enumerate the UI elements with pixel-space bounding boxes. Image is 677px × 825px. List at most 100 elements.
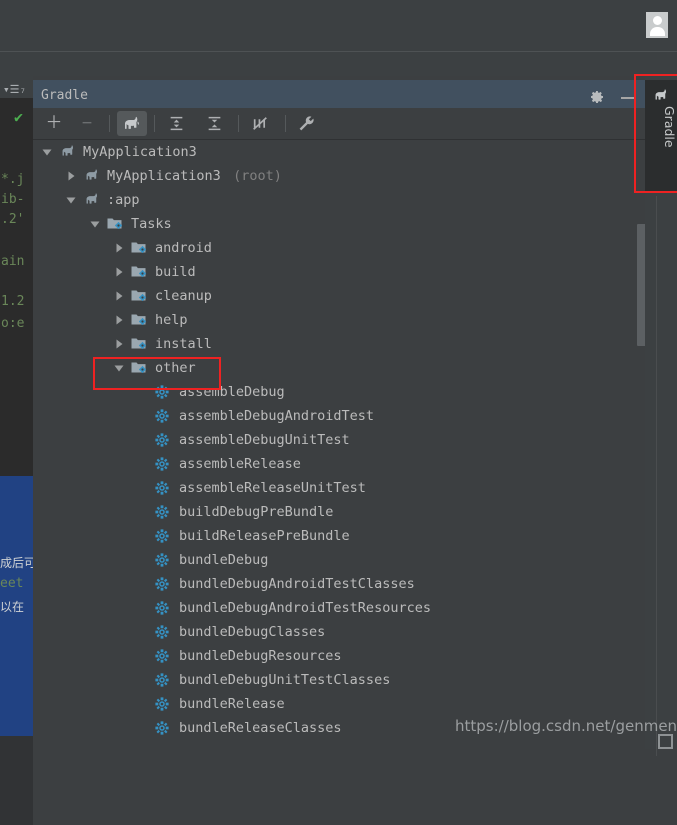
- gear-task-icon: [155, 481, 169, 495]
- elephant-icon: [86, 193, 98, 204]
- chevron-down-icon[interactable]: [89, 218, 101, 230]
- gear-task-icon: [155, 457, 169, 471]
- tool-window-title: Gradle: [41, 88, 88, 103]
- tree-node-label: Tasks: [131, 216, 172, 232]
- ide-second-strip: [0, 52, 677, 76]
- tree-leaf-task[interactable]: assembleRelease: [33, 452, 645, 476]
- tree-leaf-task[interactable]: buildDebugPreBundle: [33, 500, 645, 524]
- gradle-toolbar: ＋ −: [33, 108, 645, 140]
- tree-node-label: bundleRelease: [179, 696, 285, 712]
- tree-node-install[interactable]: install: [33, 332, 645, 356]
- tree-node-label: assembleDebugAndroidTest: [179, 408, 375, 424]
- tree-leaf-task[interactable]: assembleDebug: [33, 380, 645, 404]
- tree-node-label: bundleReleaseClasses: [179, 720, 342, 736]
- tree-node-other[interactable]: other: [33, 356, 645, 380]
- tree-node-label: help: [155, 312, 188, 328]
- sidebar-tab-gradle[interactable]: Gradle: [645, 80, 677, 193]
- tree-node-myapplication3-root[interactable]: MyApplication3 (root): [33, 164, 645, 188]
- chevron-right-icon[interactable]: [113, 314, 125, 326]
- editor-code-line: ain: [1, 254, 25, 269]
- gear-task-icon: [155, 721, 169, 735]
- task-folder-icon: [131, 242, 146, 253]
- tree-node-label: bundleDebug: [179, 552, 269, 568]
- tree-leaf-task[interactable]: bundleDebugAndroidTestClasses: [33, 572, 645, 596]
- add-button[interactable]: ＋: [41, 111, 67, 136]
- tree-node-label: assembleReleaseUnitTest: [179, 480, 366, 496]
- watermark-text: https://blog.csdn.net/genmenu: [455, 717, 677, 735]
- sidebar-tab-label: Gradle: [662, 106, 677, 148]
- collapse-all-icon: [208, 116, 220, 131]
- tree-leaf-task[interactable]: bundleDebugClasses: [33, 620, 645, 644]
- task-folder-icon: [131, 266, 146, 277]
- gear-task-icon: [155, 577, 169, 591]
- tree-leaf-task[interactable]: assembleDebugAndroidTest: [33, 404, 645, 428]
- tree-node-build[interactable]: build: [33, 260, 645, 284]
- user-avatar-icon[interactable]: [646, 12, 668, 38]
- tree-vertical-scrollbar[interactable]: [637, 224, 645, 346]
- right-tool-window-bar: Gradle: [645, 76, 677, 756]
- chevron-down-icon[interactable]: [65, 194, 77, 206]
- tree-node-label: cleanup: [155, 288, 212, 304]
- editor-code-line: ib-: [1, 192, 25, 207]
- toggle-offline-mode-button[interactable]: [247, 111, 273, 136]
- tree-leaf-task[interactable]: bundleDebugAndroidTestResources: [33, 596, 645, 620]
- tree-node-tasks[interactable]: Tasks: [33, 212, 645, 236]
- tree-node-app[interactable]: :app: [33, 188, 645, 212]
- expand-all-button[interactable]: [163, 111, 189, 136]
- tree-leaf-task[interactable]: assembleDebugUnitTest: [33, 428, 645, 452]
- minus-icon: −: [81, 113, 93, 133]
- chevron-right-icon[interactable]: [65, 170, 77, 182]
- gear-task-icon: [155, 505, 169, 519]
- editor-bottom-strip: [0, 736, 33, 825]
- chevron-right-icon[interactable]: [113, 290, 125, 302]
- tree-node-label: install: [155, 336, 212, 352]
- tree-node-cleanup[interactable]: cleanup: [33, 284, 645, 308]
- tree-node-android[interactable]: android: [33, 236, 645, 260]
- tree-leaf-task[interactable]: bundleDebugUnitTestClasses: [33, 668, 645, 692]
- gradle-tool-window: Gradle ＋ − MyApplication3 MyApplication3…: [33, 76, 645, 749]
- chevron-down-icon[interactable]: [113, 362, 125, 374]
- collapse-all-button[interactable]: [201, 111, 227, 136]
- tree-leaf-task[interactable]: bundleDebug: [33, 548, 645, 572]
- gradle-settings-button[interactable]: [293, 111, 319, 136]
- editor-code-line: 1.2: [1, 294, 25, 309]
- gear-task-icon: [155, 601, 169, 615]
- gear-task-icon: [155, 649, 169, 663]
- chevron-right-icon[interactable]: [113, 266, 125, 278]
- tree-node-myapplication3[interactable]: MyApplication3: [33, 140, 645, 164]
- chevron-down-icon[interactable]: [41, 146, 53, 158]
- tree-leaf-task[interactable]: buildReleasePreBundle: [33, 524, 645, 548]
- gear-task-icon: [155, 697, 169, 711]
- execute-gradle-task-button[interactable]: [117, 111, 147, 136]
- offline-mode-icon: [252, 117, 267, 130]
- gear-icon[interactable]: [589, 89, 605, 105]
- expand-all-icon: [170, 116, 182, 131]
- editor-code-line: *.j: [1, 172, 25, 187]
- gear-task-icon: [155, 625, 169, 639]
- remove-button[interactable]: −: [74, 111, 100, 136]
- tree-leaf-task[interactable]: bundleDebugResources: [33, 644, 645, 668]
- tree-node-help[interactable]: help: [33, 308, 645, 332]
- minimize-icon[interactable]: [621, 97, 635, 99]
- tree-node-label: android: [155, 240, 212, 256]
- wrench-icon: [299, 116, 314, 131]
- tree-node-label: build: [155, 264, 196, 280]
- editor-selected-text: 以在: [0, 600, 25, 614]
- tree-leaf-task[interactable]: assembleReleaseUnitTest: [33, 476, 645, 500]
- chevron-right-icon[interactable]: [113, 338, 125, 350]
- code-editor-sliver[interactable]: *.j ib- .2' ain 1.2 o:e 成后可 eet 以在: [0, 76, 36, 825]
- chevron-right-icon[interactable]: [113, 242, 125, 254]
- editor-code-line: o:e: [1, 316, 25, 331]
- gradle-task-tree[interactable]: MyApplication3 MyApplication3 (root) :ap…: [33, 140, 645, 749]
- toolbar-separator: [238, 115, 239, 132]
- gear-task-icon: [155, 433, 169, 447]
- task-folder-icon: [131, 362, 146, 373]
- avatar-head: [653, 16, 662, 25]
- gear-task-icon: [155, 409, 169, 423]
- tree-leaf-task[interactable]: bundleRelease: [33, 692, 645, 716]
- tree-node-label: buildDebugPreBundle: [179, 504, 334, 520]
- gear-task-icon: [155, 385, 169, 399]
- tree-node-label: bundleDebugAndroidTestClasses: [179, 576, 415, 592]
- editor-menu-icon[interactable]: ▾☰₇: [3, 83, 26, 96]
- tree-node-label: buildReleasePreBundle: [179, 528, 350, 544]
